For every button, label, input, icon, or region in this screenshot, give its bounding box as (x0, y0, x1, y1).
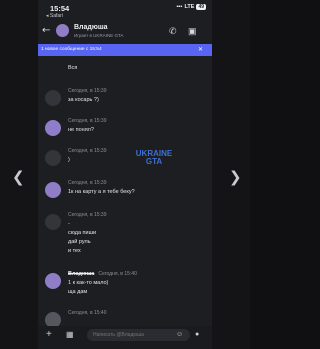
emoji-icon[interactable]: ☺ (176, 331, 183, 338)
chevron-right-icon[interactable]: ❯ (229, 170, 242, 185)
signal-icon: ▪▪▪ (176, 4, 183, 10)
message-composer: + ▦ ☺ ● (38, 326, 212, 349)
microphone-icon[interactable]: ● (195, 331, 199, 338)
activity-status: Играет в UKRAINE GTA (74, 33, 124, 38)
plus-icon[interactable]: + (46, 329, 52, 340)
message-text: дай руль (68, 239, 91, 245)
video-camera-icon[interactable]: ▣ (188, 26, 197, 37)
message-text: 1 к как-то мало) (68, 280, 109, 286)
phone-screen: 15:54 ▪▪▪ LTE 49 ◂ Safari ← Владюша Игра… (38, 0, 212, 349)
new-messages-banner[interactable]: 1 новое сообщение с 15:54 ✕ (38, 44, 212, 56)
viewer-frame: ❮ ❯ 15:54 ▪▪▪ LTE 49 ◂ Safari ← Владюша … (0, 0, 250, 349)
avatar[interactable] (45, 150, 61, 166)
message-author[interactable]: Владюша (68, 271, 94, 277)
avatar[interactable] (45, 214, 61, 230)
avatar[interactable] (45, 273, 61, 289)
message-text: ) (68, 157, 70, 163)
message-meta: Владюша Сегодня, в 15:40 (68, 271, 137, 277)
channel-header: ← Владюша Играет в UKRAINE GTA ✆ ▣ (38, 21, 212, 43)
back-arrow-icon[interactable]: ← (42, 25, 50, 36)
message-text: Вся (68, 65, 78, 71)
phone-call-icon[interactable]: ✆ (169, 26, 177, 37)
message-text: 1к на карту а я тебе беку? (68, 189, 135, 195)
avatar[interactable] (45, 90, 61, 106)
message-text: не понял? (68, 127, 94, 133)
message-timestamp: Сегодня, в 15:39 (68, 212, 107, 218)
avatar[interactable] (56, 24, 69, 37)
message-text: и тех (68, 248, 81, 254)
avatar[interactable] (45, 120, 61, 136)
message-input[interactable] (87, 329, 190, 341)
watermark-line: GTA (145, 157, 163, 166)
watermark-logo: UKRAINE GTA (129, 150, 179, 166)
message-timestamp: Сегодня, в 15:39 (68, 180, 107, 186)
message-timestamp: Сегодня, в 15:39 (68, 118, 107, 124)
status-indicators: ▪▪▪ LTE 49 (177, 4, 206, 10)
message-text: сюда пиши (68, 230, 97, 236)
network-label: LTE (184, 4, 195, 10)
back-to-app-link[interactable]: ◂ Safari (46, 13, 63, 19)
message-text: за косарь ?) (68, 97, 99, 103)
message-timestamp: Сегодня, в 15:39 (68, 88, 107, 94)
banner-text: 1 новое сообщение с 15:54 (41, 47, 102, 52)
message-text: - (68, 221, 70, 227)
message-timestamp: Сегодня, в 15:40 (98, 271, 137, 277)
chevron-left-icon[interactable]: ❮ (12, 170, 25, 185)
status-time: 15:54 (50, 4, 70, 13)
message-text: ща дам (68, 289, 88, 295)
message-timestamp: Сегодня, в 15:40 (68, 310, 107, 316)
channel-name[interactable]: Владюша (74, 24, 108, 31)
battery-icon: 49 (196, 4, 206, 10)
message-timestamp: Сегодня, в 15:39 (68, 148, 107, 154)
avatar[interactable] (45, 182, 61, 198)
apps-grid-icon[interactable]: ▦ (66, 330, 74, 339)
close-icon[interactable]: ✕ (198, 46, 203, 53)
